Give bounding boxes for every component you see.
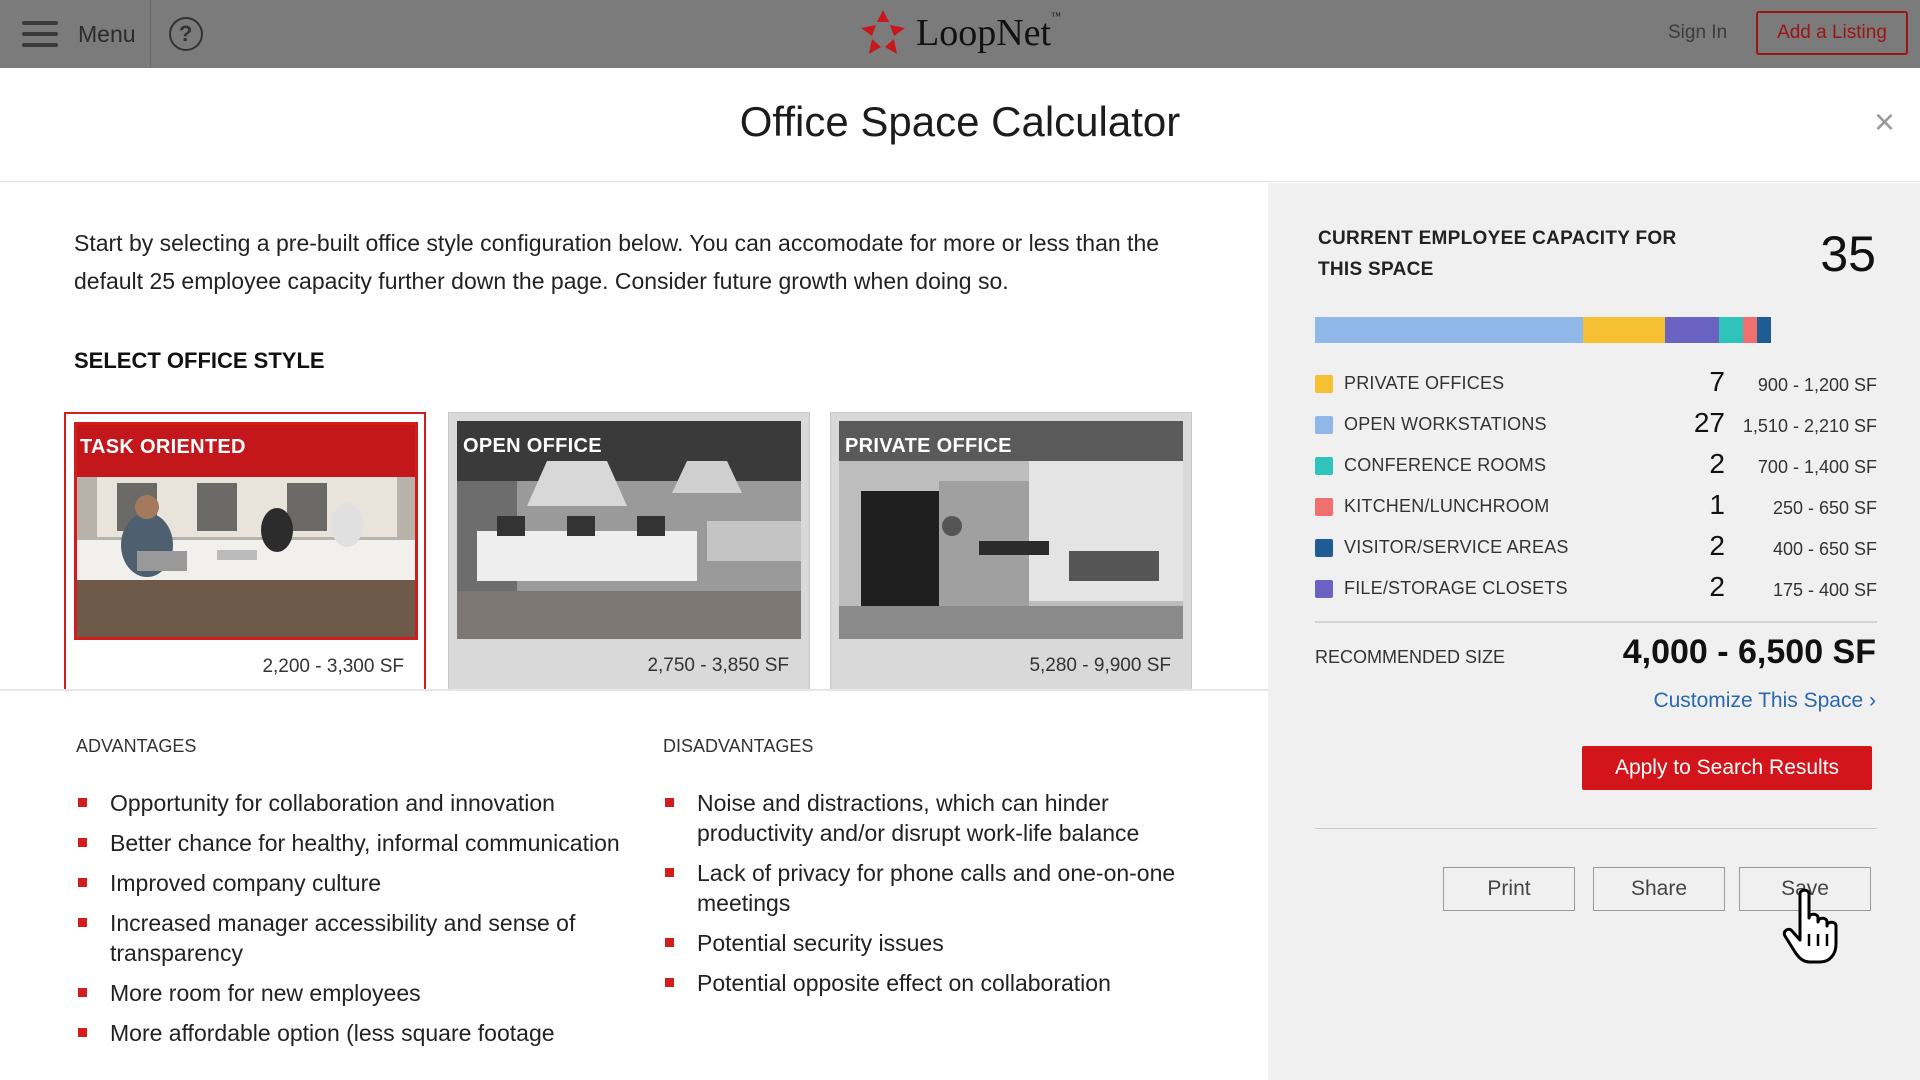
hamburger-icon	[22, 21, 58, 47]
apply-to-search-results-button[interactable]: Apply to Search Results	[1582, 746, 1872, 790]
card-label: TASK ORIENTED	[80, 436, 246, 458]
card-size: 2,750 - 3,850 SF	[647, 655, 789, 676]
menu-label: Menu	[78, 20, 136, 47]
category-row-kitchen-lunchroom: KITCHEN/LUNCHROOM 1 250 - 650 SF	[1315, 489, 1877, 522]
card-size: 2,200 - 3,300 SF	[262, 656, 404, 677]
category-range: 175 - 400 SF	[1772, 580, 1877, 600]
hand-pointer-cursor-icon	[1782, 888, 1838, 964]
recommended-size-value: 4,000 - 6,500 SF	[1622, 633, 1876, 671]
category-range: 400 - 650 SF	[1772, 539, 1877, 559]
category-row-visitor-service-areas: VISITOR/SERVICE AREAS 2 400 - 650 SF	[1315, 530, 1877, 563]
category-range: 1,510 - 2,210 SF	[1742, 416, 1877, 436]
capacity-bar-segment	[1583, 317, 1666, 343]
customize-label: Customize This Space	[1653, 689, 1864, 712]
list-item: Potential security issues	[663, 928, 1223, 958]
category-name: VISITOR/SERVICE AREAS	[1344, 537, 1569, 557]
capacity-label: CURRENT EMPLOYEE CAPACITY FOR THIS SPACE	[1318, 228, 1677, 280]
disadvantages-list: Noise and distractions, which can hinder…	[663, 788, 1223, 1008]
advantages-list: Opportunity for collaboration and innova…	[76, 788, 636, 1058]
logo-text: LoopNet	[916, 12, 1052, 54]
capacity-bar-segment	[1719, 317, 1744, 343]
list-item: Better chance for healthy, informal comm…	[76, 828, 636, 858]
recommended-size-label: RECOMMENDED SIZE	[1315, 647, 1506, 667]
category-count: 2	[1709, 571, 1725, 602]
question-circle-icon[interactable]: ?	[168, 17, 203, 51]
print-button[interactable]: Print	[1443, 867, 1575, 911]
office-style-card-private-office[interactable]: PRIVATE OFFICE 5,280 - 9,900 SF	[830, 412, 1192, 690]
page-title: Office Space Calculator	[739, 98, 1181, 145]
category-row-file-storage-closets: FILE/STORAGE CLOSETS 2 175 - 400 SF	[1315, 571, 1877, 604]
capacity-bar-segment	[1743, 317, 1758, 343]
divider	[0, 689, 1268, 691]
loopnet-star-icon	[861, 10, 905, 54]
list-item: More room for new employees	[76, 978, 636, 1008]
capacity-bar-segment	[1315, 317, 1584, 343]
category-range: 900 - 1,200 SF	[1757, 375, 1877, 395]
share-button[interactable]: Share	[1593, 867, 1725, 911]
close-icon[interactable]: ×	[1874, 104, 1895, 140]
intro-text: Start by selecting a pre-built office st…	[74, 230, 1160, 294]
category-swatch	[1315, 498, 1333, 516]
advantages-heading: ADVANTAGES	[76, 736, 197, 756]
category-count: 1	[1709, 489, 1725, 520]
category-swatch	[1315, 580, 1333, 598]
category-name: KITCHEN/LUNCHROOM	[1344, 496, 1550, 516]
logo-trademark: ™	[1051, 11, 1061, 22]
category-count: 2	[1709, 530, 1725, 561]
office-style-card-open-office[interactable]: OPEN OFFICE 2,750 - 3,850 SF	[448, 412, 810, 690]
list-item: Lack of privacy for phone calls and one-…	[663, 858, 1223, 918]
category-count: 2	[1709, 448, 1725, 479]
capacity-value: 35	[1820, 226, 1876, 282]
capacity-stacked-bar	[1315, 317, 1877, 343]
category-row-private-offices: PRIVATE OFFICES 7 900 - 1,200 SF	[1315, 366, 1877, 399]
card-label: OPEN OFFICE	[463, 435, 602, 457]
divider	[1315, 828, 1877, 829]
category-row-conference-rooms: CONFERENCE ROOMS 2 700 - 1,400 SF	[1315, 448, 1877, 481]
list-item: Improved company culture	[76, 868, 636, 898]
category-swatch	[1315, 457, 1333, 475]
category-name: FILE/STORAGE CLOSETS	[1344, 578, 1568, 598]
list-item: Noise and distractions, which can hinder…	[663, 788, 1223, 848]
category-name: PRIVATE OFFICES	[1344, 373, 1505, 393]
disadvantages-heading: DISADVANTAGES	[663, 736, 814, 756]
category-name: CONFERENCE ROOMS	[1344, 455, 1547, 475]
category-name: OPEN WORKSTATIONS	[1344, 414, 1547, 434]
category-range: 700 - 1,400 SF	[1757, 457, 1877, 477]
divider	[1315, 621, 1877, 623]
sign-in-link[interactable]: Sign In	[1668, 22, 1727, 44]
modal-header: Office Space Calculator ×	[0, 68, 1920, 182]
menu-button[interactable]: Menu	[0, 0, 151, 68]
top-navigation-bar: Menu ? LoopNet™ Sign In Add a Listing	[0, 0, 1920, 68]
customize-space-link[interactable]: Customize This Space ›	[1653, 689, 1876, 713]
list-item: Potential opposite effect on collaborati…	[663, 968, 1223, 998]
category-swatch	[1315, 539, 1333, 557]
loopnet-logo[interactable]: LoopNet™	[858, 8, 1061, 58]
list-item: Opportunity for collaboration and innova…	[76, 788, 636, 818]
capacity-bar-segment	[1665, 317, 1720, 343]
chevron-right-icon: ›	[1869, 689, 1876, 712]
select-office-style-heading: SELECT OFFICE STYLE	[74, 348, 325, 373]
card-size: 5,280 - 9,900 SF	[1029, 655, 1171, 676]
category-swatch	[1315, 416, 1333, 434]
category-swatch	[1315, 375, 1333, 393]
capacity-bar-segment	[1757, 317, 1772, 343]
category-count: 27	[1693, 407, 1725, 438]
card-label: PRIVATE OFFICE	[845, 435, 1012, 457]
category-range: 250 - 650 SF	[1772, 498, 1877, 518]
list-item: More affordable option (less square foot…	[76, 1018, 636, 1048]
category-row-open-workstations: OPEN WORKSTATIONS 27 1,510 - 2,210 SF	[1315, 407, 1877, 440]
add-listing-button[interactable]: Add a Listing	[1756, 11, 1908, 55]
office-style-card-task-oriented[interactable]: TASK ORIENTED 2,200 - 3,300 SF	[64, 412, 426, 690]
list-item: Increased manager accessibility and sens…	[76, 908, 636, 968]
category-count: 7	[1709, 366, 1725, 397]
